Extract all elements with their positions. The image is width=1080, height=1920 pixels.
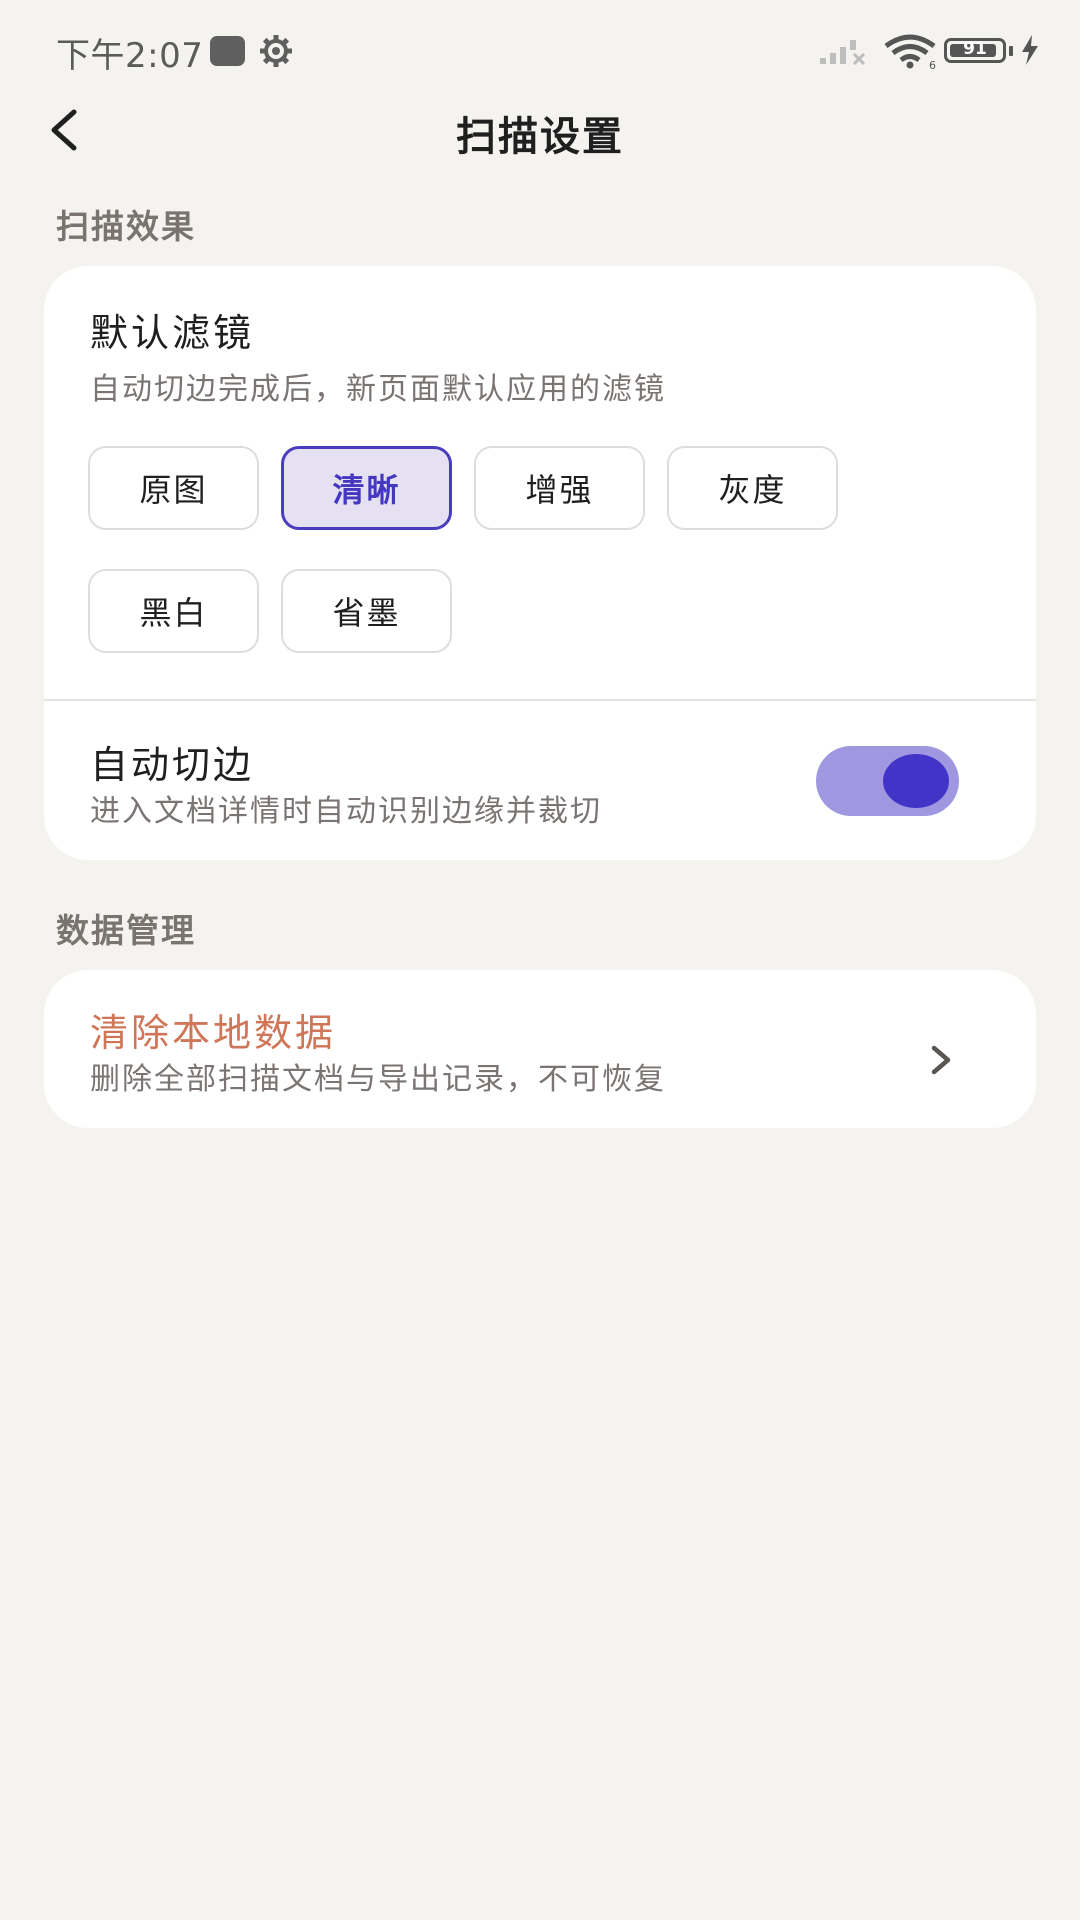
filter-chip-enhance[interactable]: 增强 [474,446,645,530]
filter-chip-black-white[interactable]: 黑白 [88,569,259,653]
scan-effect-card: 默认滤镜 自动切边完成后，新页面默认应用的滤镜 原图 清晰 增强 灰度 黑白 省… [44,266,1036,860]
clear-data-title: 清除本地数据 [90,1011,337,1055]
filter-chip-clear[interactable]: 清晰 [281,446,452,530]
auto-crop-description: 进入文档详情时自动识别边缘并裁切 [90,794,602,829]
clear-data-description: 删除全部扫描文档与导出记录，不可恢复 [90,1062,666,1097]
battery-level: 91 [963,39,987,59]
signal-icon [820,40,866,66]
divider [44,699,1036,701]
status-time: 下午2:07 [56,36,204,76]
filter-chip-ink-saving[interactable]: 省墨 [281,569,452,653]
app-icon [210,36,245,66]
auto-crop-toggle[interactable] [816,746,959,816]
settings-page: 下午2:07 6 91 扫描设置 扫描效果 默认滤镜 自动切边完成后，新页面默认… [0,0,1080,1920]
battery-tip [1009,46,1013,56]
page-title: 扫描设置 [456,114,624,160]
network-label: 6 [929,59,936,70]
status-bar: 下午2:07 6 91 [0,0,1080,100]
section-label-data-management: 数据管理 [56,911,196,950]
toggle-knob [883,754,949,808]
clear-data-row[interactable]: 清除本地数据 删除全部扫描文档与导出记录，不可恢复 [44,970,1036,1128]
filter-chip-grayscale[interactable]: 灰度 [667,446,838,530]
section-label-scan-effect: 扫描效果 [56,207,196,246]
gear-icon [260,35,292,67]
default-filter-title: 默认滤镜 [90,311,255,355]
default-filter-description: 自动切边完成后，新页面默认应用的滤镜 [90,372,666,407]
charging-icon [1022,35,1038,65]
wifi-icon: 6 [884,34,936,70]
auto-crop-title: 自动切边 [90,743,255,787]
chevron-right-icon [931,1045,951,1075]
battery-icon: 91 [944,38,1006,63]
filter-chip-original[interactable]: 原图 [88,446,259,530]
